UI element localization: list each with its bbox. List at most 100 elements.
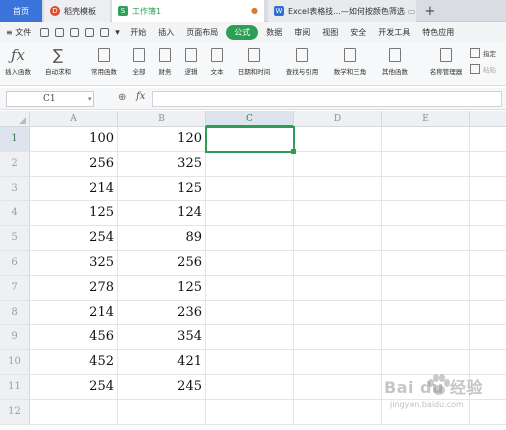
all-functions-button[interactable]: 全部 <box>128 44 150 84</box>
specify-button[interactable]: 指定 <box>470 48 496 58</box>
table-cell[interactable]: 125 <box>30 201 118 227</box>
row-header[interactable]: 8 <box>0 300 30 326</box>
table-cell[interactable]: 325 <box>30 251 118 276</box>
name-manager-button[interactable]: 名称管理器 <box>428 44 464 84</box>
file-menu[interactable]: ≡ 文件 <box>0 27 37 38</box>
table-cell[interactable] <box>382 251 470 276</box>
table-cell[interactable] <box>206 251 294 276</box>
logical-button[interactable]: 逻辑 <box>180 44 202 84</box>
table-cell[interactable]: 254 <box>30 226 118 251</box>
table-cell[interactable] <box>206 300 294 326</box>
tab-template[interactable]: D 稻壳模板 <box>44 0 110 22</box>
name-box-dropdown-icon[interactable]: ▾ <box>88 91 92 107</box>
menu-home[interactable]: 开始 <box>124 27 152 38</box>
table-cell[interactable] <box>470 350 506 375</box>
table-cell[interactable]: 254 <box>30 375 118 400</box>
table-cell[interactable] <box>118 399 206 425</box>
table-cell[interactable] <box>470 325 506 351</box>
save-icon[interactable] <box>40 27 50 37</box>
table-cell[interactable] <box>470 177 506 202</box>
table-cell[interactable] <box>294 151 382 177</box>
table-cell[interactable] <box>382 176 470 202</box>
table-cell[interactable] <box>206 375 294 400</box>
tab-workbook[interactable]: S 工作簿1 ● <box>112 0 264 22</box>
formula-input[interactable] <box>152 91 502 107</box>
table-cell[interactable] <box>294 201 382 227</box>
table-cell[interactable] <box>206 176 294 202</box>
table-cell[interactable] <box>470 251 506 276</box>
menu-page-layout[interactable]: 页面布局 <box>180 27 224 38</box>
table-cell[interactable]: 245 <box>118 375 206 400</box>
table-cell[interactable] <box>206 226 294 251</box>
table-cell[interactable]: 256 <box>30 151 118 177</box>
table-cell[interactable] <box>206 350 294 375</box>
menu-formulas[interactable]: 公式 <box>226 24 259 40</box>
row-header[interactable]: 12 <box>0 399 30 425</box>
table-cell[interactable] <box>294 350 382 375</box>
lookup-button[interactable]: 查找与引用 <box>282 44 322 84</box>
table-cell[interactable] <box>206 151 294 177</box>
table-cell[interactable] <box>382 300 470 326</box>
menu-data[interactable]: 数据 <box>260 27 288 38</box>
table-cell[interactable] <box>470 226 506 251</box>
row-header[interactable]: 6 <box>0 251 30 276</box>
column-header-f[interactable] <box>470 111 506 127</box>
table-cell[interactable] <box>206 325 294 351</box>
active-cell-border[interactable] <box>205 126 295 153</box>
zoom-icon[interactable]: ⊕ <box>118 92 126 103</box>
table-cell[interactable]: 236 <box>118 300 206 326</box>
table-cell[interactable] <box>294 375 382 400</box>
fill-handle[interactable] <box>291 148 296 154</box>
table-cell[interactable] <box>206 201 294 227</box>
column-header-a[interactable]: A <box>30 111 118 127</box>
table-cell[interactable]: 89 <box>118 226 206 251</box>
table-cell[interactable]: 278 <box>30 275 118 301</box>
menu-review[interactable]: 审阅 <box>288 27 316 38</box>
table-cell[interactable] <box>470 276 506 301</box>
row-header[interactable]: 7 <box>0 275 30 301</box>
row-header[interactable]: 3 <box>0 176 30 202</box>
menu-security[interactable]: 安全 <box>344 27 372 38</box>
redo-icon[interactable] <box>100 27 110 37</box>
select-all-corner[interactable] <box>0 111 30 127</box>
name-box[interactable]: C1 <box>6 91 94 107</box>
table-cell[interactable]: 456 <box>30 325 118 351</box>
column-header-c[interactable]: C <box>206 111 294 127</box>
table-cell[interactable] <box>382 226 470 251</box>
table-cell[interactable] <box>470 152 506 177</box>
table-cell[interactable]: 325 <box>118 151 206 177</box>
new-tab-button[interactable]: + <box>420 0 440 22</box>
tab-home[interactable]: 首页 <box>0 0 42 22</box>
fx-label[interactable]: fx <box>136 91 145 102</box>
row-header[interactable]: 1 <box>0 127 30 152</box>
table-cell[interactable] <box>294 176 382 202</box>
row-header[interactable]: 5 <box>0 226 30 251</box>
table-cell[interactable] <box>382 275 470 301</box>
table-cell[interactable] <box>382 350 470 375</box>
row-header[interactable]: 4 <box>0 201 30 227</box>
datetime-button[interactable]: 日期和时间 <box>234 44 274 84</box>
table-cell[interactable]: 214 <box>30 300 118 326</box>
table-cell[interactable] <box>294 226 382 251</box>
column-header-b[interactable]: B <box>118 111 206 127</box>
table-cell[interactable] <box>470 201 506 227</box>
row-header[interactable]: 11 <box>0 375 30 400</box>
table-cell[interactable] <box>294 251 382 276</box>
preview-icon[interactable] <box>85 27 95 37</box>
menu-insert[interactable]: 插入 <box>152 27 180 38</box>
table-cell[interactable] <box>206 275 294 301</box>
table-cell[interactable] <box>470 301 506 326</box>
more-icon[interactable]: ▾ <box>115 28 121 38</box>
table-cell[interactable]: 125 <box>118 176 206 202</box>
table-cell[interactable]: 125 <box>118 275 206 301</box>
row-header[interactable]: 2 <box>0 151 30 177</box>
table-cell[interactable]: 214 <box>30 176 118 202</box>
math-button[interactable]: 数学和三角 <box>330 44 370 84</box>
table-cell[interactable] <box>294 300 382 326</box>
table-cell[interactable]: 120 <box>118 127 206 152</box>
table-cell[interactable]: 100 <box>30 127 118 152</box>
table-cell[interactable]: 452 <box>30 350 118 375</box>
table-cell[interactable] <box>382 201 470 227</box>
menu-features[interactable]: 特色应用 <box>416 27 460 38</box>
financial-button[interactable]: 财务 <box>154 44 176 84</box>
